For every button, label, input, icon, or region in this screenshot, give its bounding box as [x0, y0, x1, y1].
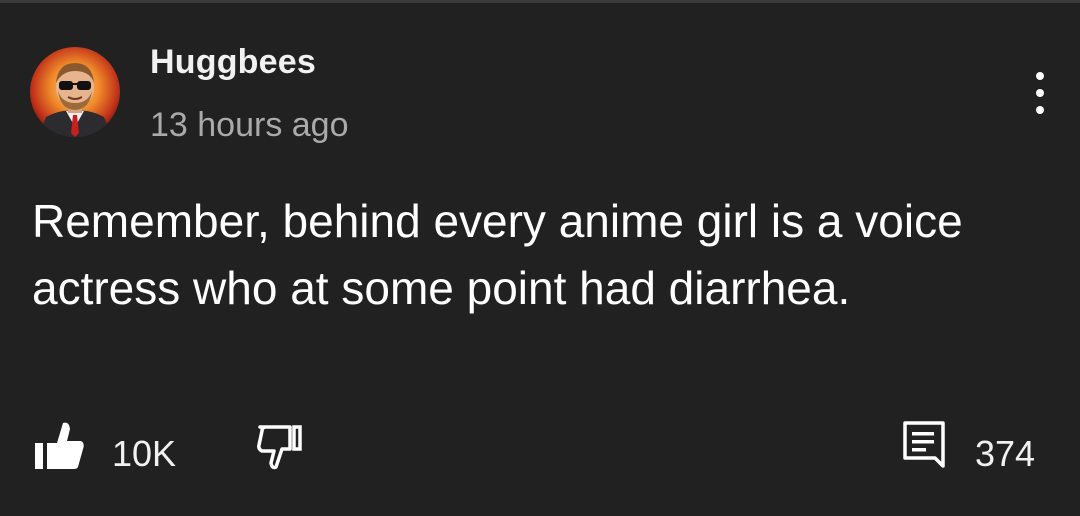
author-name[interactable]: Huggbees [150, 43, 316, 82]
more-vert-icon-dot [1036, 89, 1044, 97]
reply-button[interactable] [902, 420, 946, 470]
more-vert-icon-dot [1036, 106, 1044, 114]
dislike-button[interactable] [256, 419, 306, 471]
thumbs-down-icon [257, 425, 302, 470]
reply-count: 374 [975, 433, 1036, 474]
more-vert-icon [1036, 72, 1044, 80]
more-options-button[interactable] [1020, 68, 1060, 118]
comment-timestamp[interactable]: 13 hours ago [150, 106, 349, 145]
like-count: 10K [112, 433, 177, 474]
user-avatar-icon [30, 47, 120, 137]
like-button[interactable] [33, 419, 85, 471]
thumbs-up-icon [35, 422, 84, 469]
avatar[interactable] [30, 47, 120, 137]
comment-icon [903, 421, 945, 468]
comment-text: Remember, behind every anime girl is a v… [32, 195, 963, 314]
top-divider [0, 0, 1080, 3]
